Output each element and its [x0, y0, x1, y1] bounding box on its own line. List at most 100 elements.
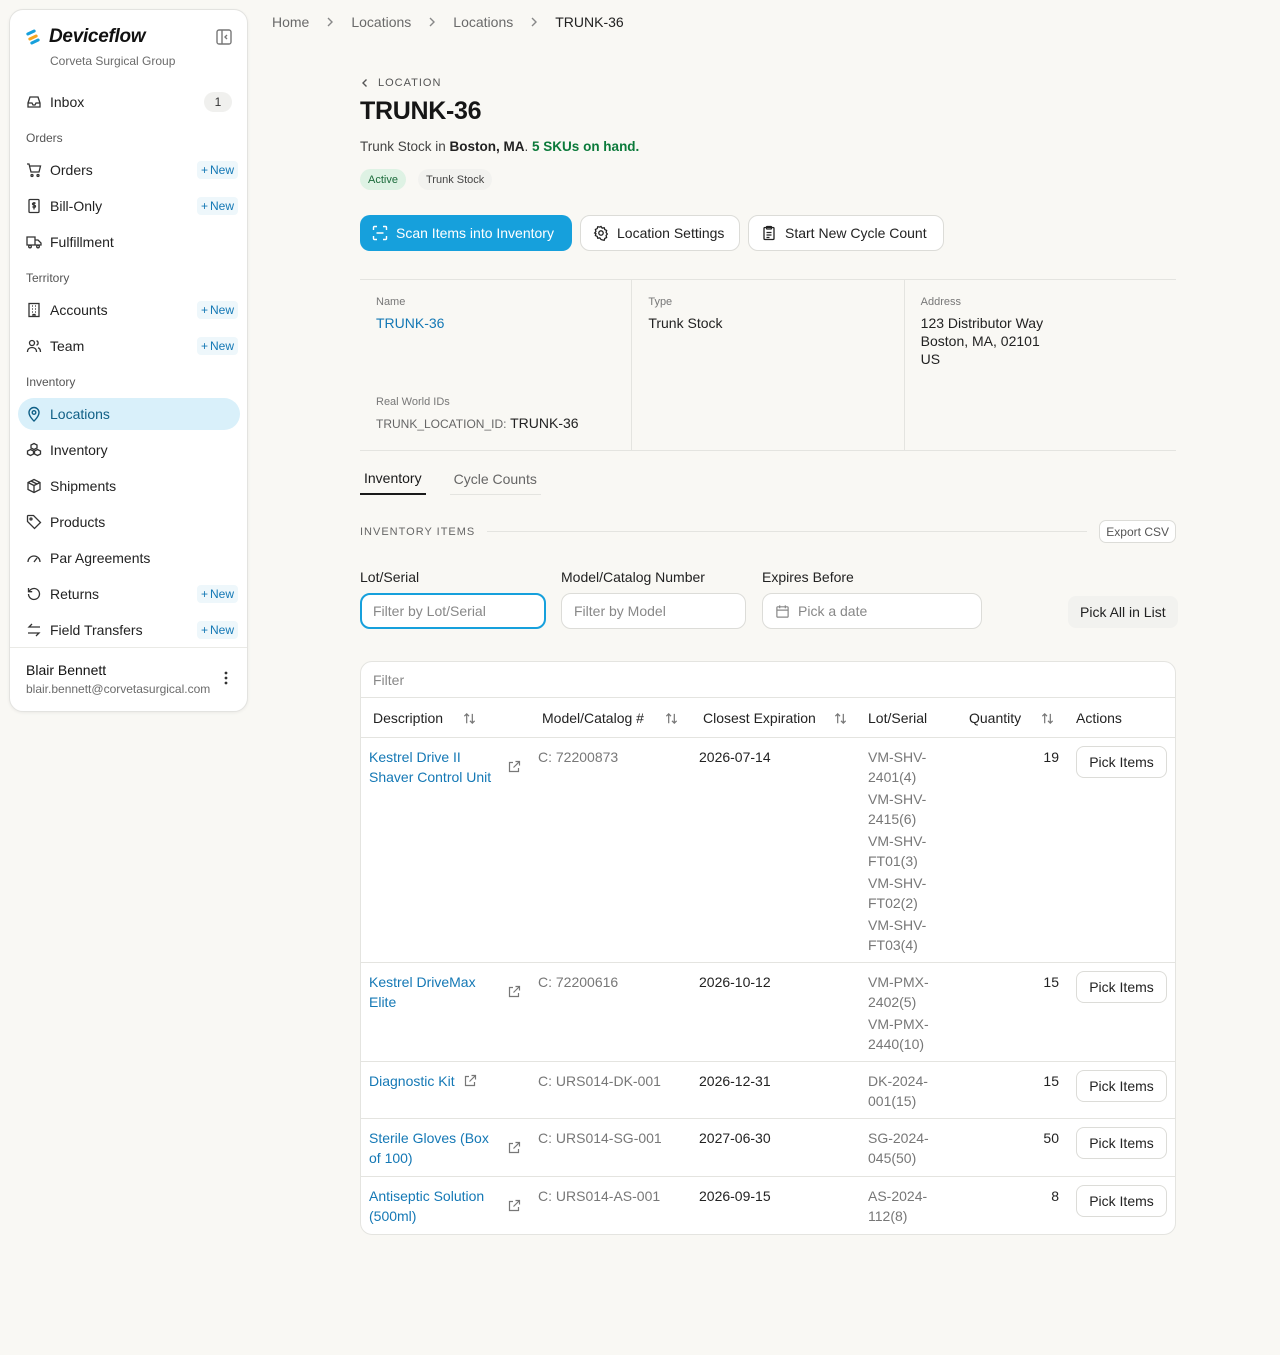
sidebar-item-field-transfers[interactable]: Field Transfers + New [18, 614, 240, 646]
location-settings-button[interactable]: Location Settings [580, 215, 740, 251]
external-link-icon[interactable] [463, 1074, 477, 1088]
new-label: New [209, 199, 234, 213]
pick-items-button[interactable]: Pick Items [1076, 746, 1167, 778]
table-filter-input[interactable]: Filter [361, 662, 1175, 698]
col-model[interactable]: Model/Catalog # [542, 710, 644, 726]
model-number: C: 72200873 [538, 749, 619, 765]
model-number: C: URS014-SG-001 [538, 1130, 662, 1146]
model-filter-input[interactable]: Filter by Model [561, 593, 746, 629]
sidebar-item-par-agreements[interactable]: Par Agreements [18, 542, 240, 574]
page-title: TRUNK-36 [360, 97, 482, 125]
new-return-button[interactable]: + New [196, 585, 238, 603]
sidebar-item-bill-only[interactable]: Bill-Only + New [18, 190, 240, 222]
col-closest-expiration[interactable]: Closest Expiration [703, 710, 816, 726]
breadcrumb-locations-list[interactable]: Locations [453, 14, 513, 30]
lot-filter-input[interactable]: Filter by Lot/Serial [360, 593, 546, 629]
inventory-table: Filter Description Model/Catalog # Close… [360, 661, 1176, 1235]
product-link[interactable]: Diagnostic Kit [369, 1071, 455, 1091]
lot-list: AS-2024-112(8) [868, 1186, 948, 1228]
details-type-column: Type Trunk Stock [632, 280, 905, 450]
sort-icon[interactable] [664, 711, 679, 726]
sidebar-item-team[interactable]: Team + New [18, 330, 240, 362]
inbox-icon [26, 94, 42, 110]
summary-prefix: Trunk Stock in [360, 139, 450, 154]
table-row: Kestrel Drive II Shaver Control Unit C: … [361, 738, 1175, 963]
new-label: New [209, 587, 234, 601]
new-team-button[interactable]: + New [196, 337, 238, 355]
expiration-date: 2026-10-12 [699, 974, 771, 990]
sidebar-item-accounts[interactable]: Accounts + New [18, 294, 240, 326]
back-link[interactable]: LOCATION [360, 77, 441, 89]
breadcrumb-home[interactable]: Home [272, 14, 309, 30]
sidebar-collapse-icon[interactable] [215, 28, 235, 48]
real-world-ids-label: Real World IDs [376, 396, 450, 408]
address-line: US [920, 351, 941, 367]
lot-list: VM-SHV-2401(4) VM-SHV-2415(6) VM-SHV-FT0… [868, 747, 948, 957]
breadcrumb-locations[interactable]: Locations [351, 14, 411, 30]
product-link[interactable]: Kestrel Drive II Shaver Control Unit [369, 747, 497, 787]
chevron-left-icon [360, 78, 370, 88]
new-field-transfer-button[interactable]: + New [196, 621, 238, 639]
product-link[interactable]: Sterile Gloves (Box of 100) [369, 1128, 497, 1168]
lot-filter-label: Lot/Serial [360, 569, 420, 585]
sidebar-item-locations[interactable]: Locations [18, 398, 240, 430]
start-cycle-count-button[interactable]: Start New Cycle Count [748, 215, 944, 251]
tab-inventory[interactable]: Inventory [360, 463, 426, 495]
lot-list: SG-2024-045(50) [868, 1128, 948, 1170]
lot-entry: VM-SHV-FT03(4) [868, 917, 927, 953]
external-link-icon[interactable] [507, 760, 521, 774]
pick-all-button[interactable]: Pick All in List [1068, 596, 1178, 628]
product-link[interactable]: Kestrel DriveMax Elite [369, 972, 497, 1012]
scan-items-button[interactable]: Scan Items into Inventory [360, 215, 572, 251]
expires-date-picker[interactable]: Pick a date [762, 593, 982, 629]
pick-items-button[interactable]: Pick Items [1076, 1185, 1167, 1217]
lot-entry: DK-2024-001(15) [868, 1073, 928, 1109]
sidebar-item-returns[interactable]: Returns + New [18, 578, 240, 610]
new-label: New [209, 339, 234, 353]
product-link[interactable]: Antiseptic Solution (500ml) [369, 1186, 497, 1226]
sidebar-item-inbox[interactable]: Inbox 1 [18, 86, 240, 118]
sidebar-item-label: Locations [50, 406, 110, 422]
brand[interactable]: Deviceflow [25, 26, 146, 48]
external-link-icon[interactable] [507, 1141, 521, 1155]
new-account-button[interactable]: + New [196, 301, 238, 319]
summary-separator: . [524, 139, 533, 154]
pick-items-button[interactable]: Pick Items [1076, 1070, 1167, 1102]
sort-icon[interactable] [1040, 711, 1055, 726]
tab-cycle-counts[interactable]: Cycle Counts [449, 463, 541, 495]
sort-icon[interactable] [833, 711, 848, 726]
nav-section-territory: Territory [26, 271, 70, 285]
sidebar-item-label: Par Agreements [50, 550, 151, 566]
model-number: C: URS014-AS-001 [538, 1188, 661, 1204]
user-email: blair.bennett@corvetasurgical.com [26, 682, 211, 696]
sidebar-item-shipments[interactable]: Shipments [18, 470, 240, 502]
sidebar-item-label: Shipments [50, 478, 117, 494]
tabs: Inventory Cycle Counts [360, 463, 565, 495]
section-title: INVENTORY ITEMS [360, 525, 476, 538]
export-csv-button[interactable]: Export CSV [1099, 520, 1176, 543]
col-description[interactable]: Description [373, 710, 443, 726]
pick-items-button[interactable]: Pick Items [1076, 1127, 1167, 1159]
external-link-icon[interactable] [507, 985, 521, 999]
address-value: 123 Distributor Way Boston, MA, 02101 US [921, 314, 1160, 368]
name-value[interactable]: TRUNK-36 [376, 314, 615, 332]
sidebar-item-fulfillment[interactable]: Fulfillment [18, 226, 240, 258]
sidebar-item-products[interactable]: Products [18, 506, 240, 538]
address-label: Address [920, 296, 962, 308]
lot-entry: VM-SHV-2415(6) [868, 791, 927, 827]
pick-items-button[interactable]: Pick Items [1076, 971, 1167, 1003]
sort-icon[interactable] [462, 711, 477, 726]
more-vertical-icon[interactable] [218, 670, 234, 686]
new-order-button[interactable]: + New [196, 161, 238, 179]
status-badge: Active [360, 169, 406, 190]
quantity: 50 [1043, 1130, 1059, 1146]
sidebar-item-inventory[interactable]: Inventory [18, 434, 240, 466]
new-label: New [209, 303, 234, 317]
col-quantity[interactable]: Quantity [969, 710, 1021, 726]
table-row: Diagnostic Kit C: URS014-DK-001 2026-12-… [361, 1062, 1175, 1119]
new-bill-only-button[interactable]: + New [196, 197, 238, 215]
quantity: 8 [1051, 1188, 1059, 1204]
sidebar-item-orders[interactable]: Orders + New [18, 154, 240, 186]
summary-sku-count: 5 SKUs on hand. [532, 139, 640, 154]
external-link-icon[interactable] [507, 1199, 521, 1213]
